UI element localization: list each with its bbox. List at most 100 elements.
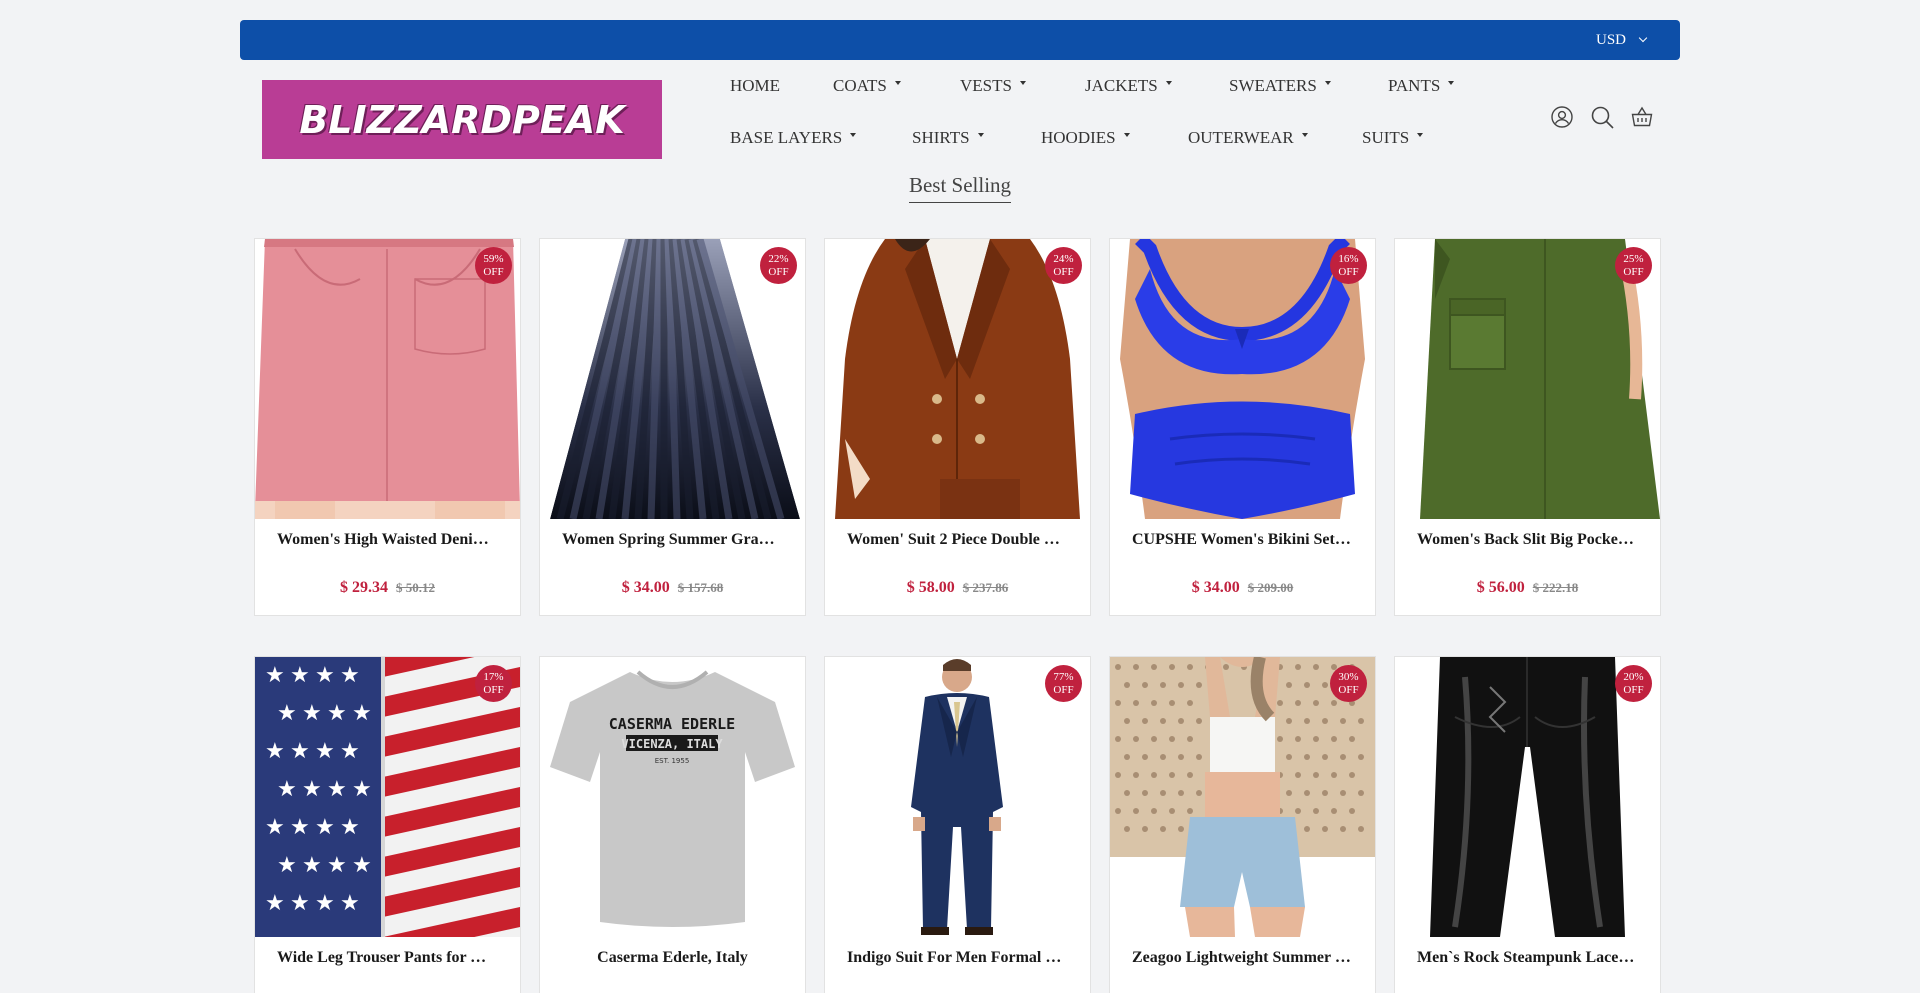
- svg-text:★: ★: [315, 739, 335, 764]
- nav-item-label: HOODIES: [1041, 128, 1116, 147]
- nav-item-shirts[interactable]: SHIRTS: [912, 128, 984, 148]
- svg-text:★: ★: [327, 853, 347, 878]
- svg-text:★: ★: [352, 853, 372, 878]
- discount-percent: 30%: [1338, 670, 1359, 683]
- svg-text:★: ★: [290, 739, 310, 764]
- sale-price: $ 29.34: [340, 579, 388, 596]
- svg-text:★: ★: [315, 891, 335, 916]
- nav-item-base-layers[interactable]: BASE LAYERS: [730, 128, 857, 148]
- brand-logo[interactable]: BLIZZARDPEAK: [262, 80, 662, 159]
- product-card[interactable]: 20% OFF Men`s Rock Steampunk Lace Up Pants: [1394, 656, 1661, 993]
- svg-text:★: ★: [265, 815, 285, 840]
- product-image[interactable]: [540, 239, 805, 519]
- product-prices: $ 29.34 $ 50.12: [255, 579, 520, 597]
- discount-percent: 22%: [768, 252, 789, 265]
- product-name[interactable]: Women's Back Slit Big Pocket Skirt: [1395, 531, 1660, 549]
- account-icon[interactable]: [1550, 105, 1574, 129]
- product-image[interactable]: [1395, 239, 1660, 519]
- search-icon[interactable]: [1590, 105, 1614, 129]
- product-image[interactable]: [825, 239, 1090, 519]
- product-card[interactable]: CASERMA EDERLE VICENZA, ITALY EST. 1955 …: [539, 656, 806, 993]
- product-name[interactable]: Men`s Rock Steampunk Lace Up Pants: [1395, 949, 1660, 967]
- product-image[interactable]: [825, 657, 1090, 937]
- original-price: $ 50.12: [396, 580, 435, 595]
- discount-off-label: OFF: [483, 265, 504, 278]
- product-card[interactable]: 16%OFF CUPSHE Women's Bikini Set High Wai…: [1109, 238, 1376, 616]
- discount-badge: 16% OFF: [1330, 247, 1367, 284]
- product-card[interactable]: 77% OFF Indigo Suit For Men Formal Busines…: [824, 656, 1091, 993]
- nav-item-home[interactable]: HOME: [730, 76, 780, 96]
- svg-text:★: ★: [290, 891, 310, 916]
- caret-down-icon: [1448, 81, 1455, 85]
- product-name[interactable]: Women's High Waisted Denim Skirt: [255, 531, 520, 549]
- discount-off-label: OFF: [1623, 683, 1644, 696]
- product-name[interactable]: Women Spring Summer Gradient Pleated Ski…: [540, 531, 805, 549]
- product-image[interactable]: [1110, 239, 1375, 519]
- discount-off-label: OFF: [1053, 683, 1074, 696]
- product-card[interactable]: 30% OFF Zeagoo Lightweight Summer Cardigan: [1109, 656, 1376, 993]
- product-name[interactable]: Women' Suit 2 Piece Double Breasted: [825, 531, 1090, 549]
- svg-text:★: ★: [340, 815, 360, 840]
- product-image[interactable]: [1395, 657, 1660, 937]
- svg-text:★: ★: [265, 891, 285, 916]
- product-image[interactable]: CASERMA EDERLE VICENZA, ITALY EST. 1955: [540, 657, 805, 937]
- product-image[interactable]: [1110, 657, 1375, 937]
- product-name[interactable]: Indigo Suit For Men Formal Business: [825, 949, 1090, 967]
- caret-down-icon: [1165, 81, 1172, 85]
- product-card[interactable]: ★ ★ ★ ★ ★ ★ ★ ★ ★ ★ ★ ★ ★ ★ ★ ★ ★ ★ ★ ★ ★ ★ ★ ★ ★ ★ ★ ★ 17% OFF Wide …: [254, 656, 521, 993]
- nav-item-suits[interactable]: SUITS: [1362, 128, 1424, 148]
- currency-label: USD: [1595, 32, 1626, 48]
- svg-text:VICENZA, ITALY: VICENZA, ITALY: [621, 737, 723, 751]
- nav-item-sweaters[interactable]: SWEATERS: [1229, 76, 1331, 96]
- product-card[interactable]: 22%OFF Women Spring Summer Gradient Pleat…: [539, 238, 806, 616]
- product-name[interactable]: Wide Leg Trouser Pants for Women: [255, 949, 520, 967]
- header-icons: [1550, 105, 1654, 129]
- svg-text:★: ★: [302, 777, 322, 802]
- discount-badge: 20% OFF: [1615, 665, 1652, 702]
- nav-item-label: PANTS: [1388, 76, 1441, 95]
- discount-percent: 59%: [483, 252, 504, 265]
- discount-off-label: OFF: [1623, 265, 1644, 278]
- svg-text:★: ★: [327, 777, 347, 802]
- svg-text:★: ★: [265, 739, 285, 764]
- original-price: $ 209.00: [1247, 580, 1294, 595]
- sale-price: $ 34.00: [621, 579, 670, 596]
- chevron-down-icon: [1638, 33, 1648, 43]
- sale-price: $ 58.00: [906, 579, 955, 596]
- nav-item-label: OUTERWEAR: [1188, 128, 1294, 147]
- section-title-text[interactable]: Best Selling: [908, 173, 1012, 203]
- svg-text:EST. 1955: EST. 1955: [655, 757, 690, 765]
- svg-text:★: ★: [327, 701, 347, 726]
- product-image[interactable]: [255, 239, 520, 519]
- nav-item-label: JACKETS: [1085, 76, 1158, 95]
- caret-down-icon: [894, 81, 901, 85]
- discount-badge: 30% OFF: [1330, 665, 1367, 702]
- product-prices: $ 58.00 $ 237.86: [825, 579, 1090, 597]
- nav-item-jackets[interactable]: JACKETS: [1085, 76, 1172, 96]
- nav-item-label: SWEATERS: [1229, 76, 1317, 95]
- nav-item-hoodies[interactable]: HOODIES: [1041, 128, 1130, 148]
- nav-item-pants[interactable]: PANTS: [1388, 76, 1455, 96]
- discount-percent: 24%: [1053, 252, 1074, 265]
- product-name[interactable]: Zeagoo Lightweight Summer Cardigan: [1110, 949, 1375, 967]
- product-name[interactable]: Caserma Ederle, Italy: [540, 949, 805, 967]
- product-name[interactable]: CUPSHE Women's Bikini Set High Waisted: [1110, 531, 1375, 549]
- caret-down-icon: [1301, 133, 1308, 137]
- svg-text:★: ★: [352, 777, 372, 802]
- currency-selector[interactable]: USD: [1595, 20, 1648, 60]
- product-prices: $ 56.00 $ 222.18: [1395, 579, 1660, 597]
- svg-text:★: ★: [340, 739, 360, 764]
- svg-text:★: ★: [277, 853, 297, 878]
- sale-price: $ 34.00: [1191, 579, 1240, 596]
- svg-text:★: ★: [340, 663, 360, 688]
- nav-item-coats[interactable]: COATS: [833, 76, 901, 96]
- product-card[interactable]: 25% OFF Women's Back Slit Big Pocket Skirt…: [1394, 238, 1661, 616]
- product-card[interactable]: 24% OFF Women' Suit 2 Piece Double Breaste…: [824, 238, 1091, 616]
- discount-off-label: OFF: [483, 683, 504, 696]
- product-card[interactable]: 59% OFF Women's High Waisted Denim Skirt $ …: [254, 238, 521, 616]
- nav-item-label: VESTS: [960, 76, 1012, 95]
- cart-icon[interactable]: [1630, 105, 1654, 129]
- nav-item-outerwear[interactable]: OUTERWEAR: [1188, 128, 1308, 148]
- nav-item-vests[interactable]: VESTS: [960, 76, 1026, 96]
- product-image[interactable]: ★ ★ ★ ★ ★ ★ ★ ★ ★ ★ ★ ★ ★ ★ ★ ★ ★ ★ ★ ★ ★ ★ ★ ★ ★ ★ ★ ★: [255, 657, 520, 937]
